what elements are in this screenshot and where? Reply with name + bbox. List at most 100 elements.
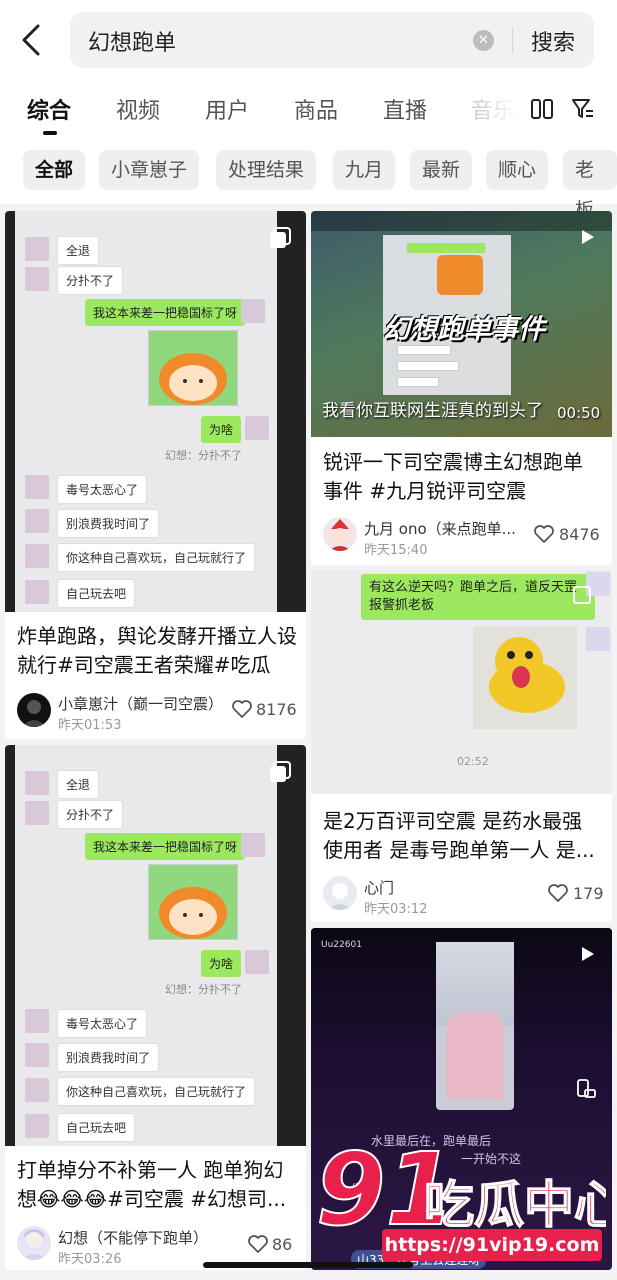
chat-message: 别浪费我时间了 (57, 1043, 160, 1072)
chat-time: 02:52 (457, 755, 489, 768)
screen-rotate-icon (575, 1078, 597, 1104)
clear-icon[interactable]: ✕ (473, 30, 494, 51)
chat-message: 分扑不了 (57, 266, 124, 295)
result-card[interactable]: 全退 分扑不了 我这本来差一把稳国标了呀 为啥 幻想：分扑不了 毒号太恶心了 别… (5, 211, 306, 739)
heart-icon[interactable] (248, 1235, 268, 1257)
avatar[interactable] (17, 1226, 51, 1260)
watermark-url: https://91vip19.com (382, 1229, 602, 1261)
chat-message: 全退 (57, 770, 100, 799)
card-thumbnail: 全退 分扑不了 我这本来差一把稳国标了呀 为啥 幻想：分扑不了 毒号太恶心了 别… (5, 211, 306, 612)
chat-message: 毒号太恶心了 (57, 475, 148, 504)
chat-message: 我这本来差一把稳国标了呀 (85, 299, 246, 326)
tab-bar: 综合 视频 用户 商品 直播 音乐 (0, 82, 617, 138)
active-tab-indicator (43, 131, 57, 135)
card-caption[interactable]: 是2万百评司空震 是药水最强使用者 是毒号跑单第一人 是... (323, 807, 601, 865)
post-time: 昨天03:26 (58, 1252, 122, 1267)
chip-boss[interactable]: 老板 (563, 150, 617, 221)
chat-message: 全退 (57, 236, 100, 265)
multi-image-icon (269, 761, 291, 787)
chat-avatar (25, 267, 49, 291)
chat-avatar (25, 580, 49, 604)
thumbnail-title: 幻想跑单事件 (383, 314, 545, 345)
card-thumbnail: 幻想跑单事件 我看你互联网生涯真的到头了 00:50 (311, 211, 612, 437)
chat-avatar (25, 475, 49, 499)
like-count: 179 (573, 884, 604, 903)
chat-quote: 幻想：分扑不了 (165, 449, 242, 462)
author-name[interactable]: 幻想（不能停下跑单） (58, 1227, 208, 1248)
svg-text:吃瓜中心: 吃瓜中心 (424, 1176, 606, 1234)
chip-result[interactable]: 处理结果 (216, 150, 317, 190)
phone-screenshot (436, 942, 514, 1110)
chat-message: 你这种自己喜欢玩，自己玩就行了 (57, 1077, 256, 1106)
live-room-id: Uu22601 (321, 940, 362, 950)
heart-icon[interactable] (534, 525, 554, 547)
chat-message: 有这么逆天吗？跑单之后，道反天罡报警抓老板 (361, 574, 595, 620)
avatar[interactable] (323, 876, 357, 910)
author-name[interactable]: 九月 ono（来点跑单... (364, 518, 524, 539)
chat-avatar (241, 833, 265, 857)
tab-video[interactable]: 视频 (116, 93, 160, 125)
sticker-image (148, 864, 238, 940)
chat-avatar (586, 627, 610, 651)
avatar[interactable] (323, 517, 357, 551)
chip-latest[interactable]: 最新 (410, 150, 473, 190)
result-card[interactable]: 幻想跑单事件 我看你互联网生涯真的到头了 00:50 锐评一下司空震博主幻想跑单… (311, 211, 612, 565)
result-card[interactable]: 有这么逆天吗？跑单之后，道反天罡报警抓老板 02:52 是2万百评司空震 是药水… (311, 570, 612, 922)
post-time: 昨天15:40 (364, 543, 428, 558)
like-count: 86 (272, 1235, 293, 1254)
chat-avatar (25, 801, 49, 825)
chat-avatar (25, 509, 49, 533)
divider (512, 28, 513, 53)
chat-avatar (25, 1009, 49, 1033)
layout-toggle-icon[interactable] (530, 97, 554, 125)
author-name[interactable]: 心门 (364, 877, 394, 898)
post-time: 昨天03:12 (364, 902, 428, 917)
play-icon (579, 229, 595, 249)
game-hud (311, 211, 612, 231)
filter-icon[interactable] (571, 97, 595, 125)
chat-avatar (25, 1078, 49, 1102)
chat-message: 你这种自己喜欢玩，自己玩就行了 (57, 543, 256, 572)
tab-live[interactable]: 直播 (383, 93, 427, 125)
chat-avatar (241, 299, 265, 323)
search-button[interactable]: 搜索 (531, 25, 575, 57)
play-icon (579, 946, 595, 966)
card-caption[interactable]: 锐评一下司空震博主幻想跑单事件 #九月锐评司空震 (323, 448, 601, 506)
duck-image (473, 627, 577, 729)
chat-avatar (25, 544, 49, 568)
card-caption[interactable]: 炸单跑路，舆论发酵开播立人设就行#司空震王者荣耀#吃瓜 (17, 622, 297, 680)
chip-shunxin[interactable]: 顺心 (486, 150, 549, 190)
tab-user[interactable]: 用户 (205, 93, 249, 125)
search-query[interactable]: 幻想跑单 (88, 25, 176, 57)
thumbnail-subtitle: 我看你互联网生涯真的到头了 (322, 401, 543, 421)
chat-message: 自己玩去吧 (57, 579, 136, 608)
multi-image-icon (269, 227, 291, 253)
heart-icon[interactable] (232, 700, 252, 722)
chat-avatar (25, 237, 49, 261)
card-caption[interactable]: 打单掉分不补第一人 跑单狗幻想😂😂😂#司空震 #幻想司... (17, 1156, 297, 1214)
chip-all[interactable]: 全部 (23, 150, 86, 190)
chat-avatar (25, 1114, 49, 1138)
card-thumbnail: 全退 分扑不了 我这本来差一把稳国标了呀 为啥 幻想：分扑不了 毒号太恶心了 别… (5, 745, 306, 1146)
chat-message: 分扑不了 (57, 800, 124, 829)
avatar[interactable] (17, 693, 51, 727)
card-thumbnail: 有这么逆天吗？跑单之后，道反天罡报警抓老板 02:52 (311, 570, 612, 794)
heart-icon[interactable] (548, 884, 568, 906)
chat-message: 别浪费我时间了 (57, 509, 160, 538)
chat-message: 毒号太恶心了 (57, 1009, 148, 1038)
sticker-image (148, 330, 238, 406)
chat-bubble (397, 377, 439, 387)
filter-chip-bar: 全部 小章崽子 处理结果 九月 最新 顺心 老板 (0, 138, 617, 221)
chat-avatar (245, 950, 269, 974)
tab-goods[interactable]: 商品 (294, 93, 338, 125)
chip-xiaozhang[interactable]: 小章崽子 (99, 150, 200, 190)
author-name[interactable]: 小章崽汁（巅一司空震） (58, 693, 223, 714)
tab-fade (460, 82, 520, 138)
back-icon[interactable] (16, 22, 48, 58)
result-card[interactable]: 全退 分扑不了 我这本来差一把稳国标了呀 为啥 幻想：分扑不了 毒号太恶心了 别… (5, 745, 306, 1270)
tab-general[interactable]: 综合 (27, 93, 71, 125)
video-duration: 00:50 (557, 404, 601, 422)
search-input[interactable]: 幻想跑单 ✕ 搜索 (70, 12, 594, 68)
home-indicator[interactable] (203, 1262, 413, 1268)
chip-september[interactable]: 九月 (333, 150, 396, 190)
